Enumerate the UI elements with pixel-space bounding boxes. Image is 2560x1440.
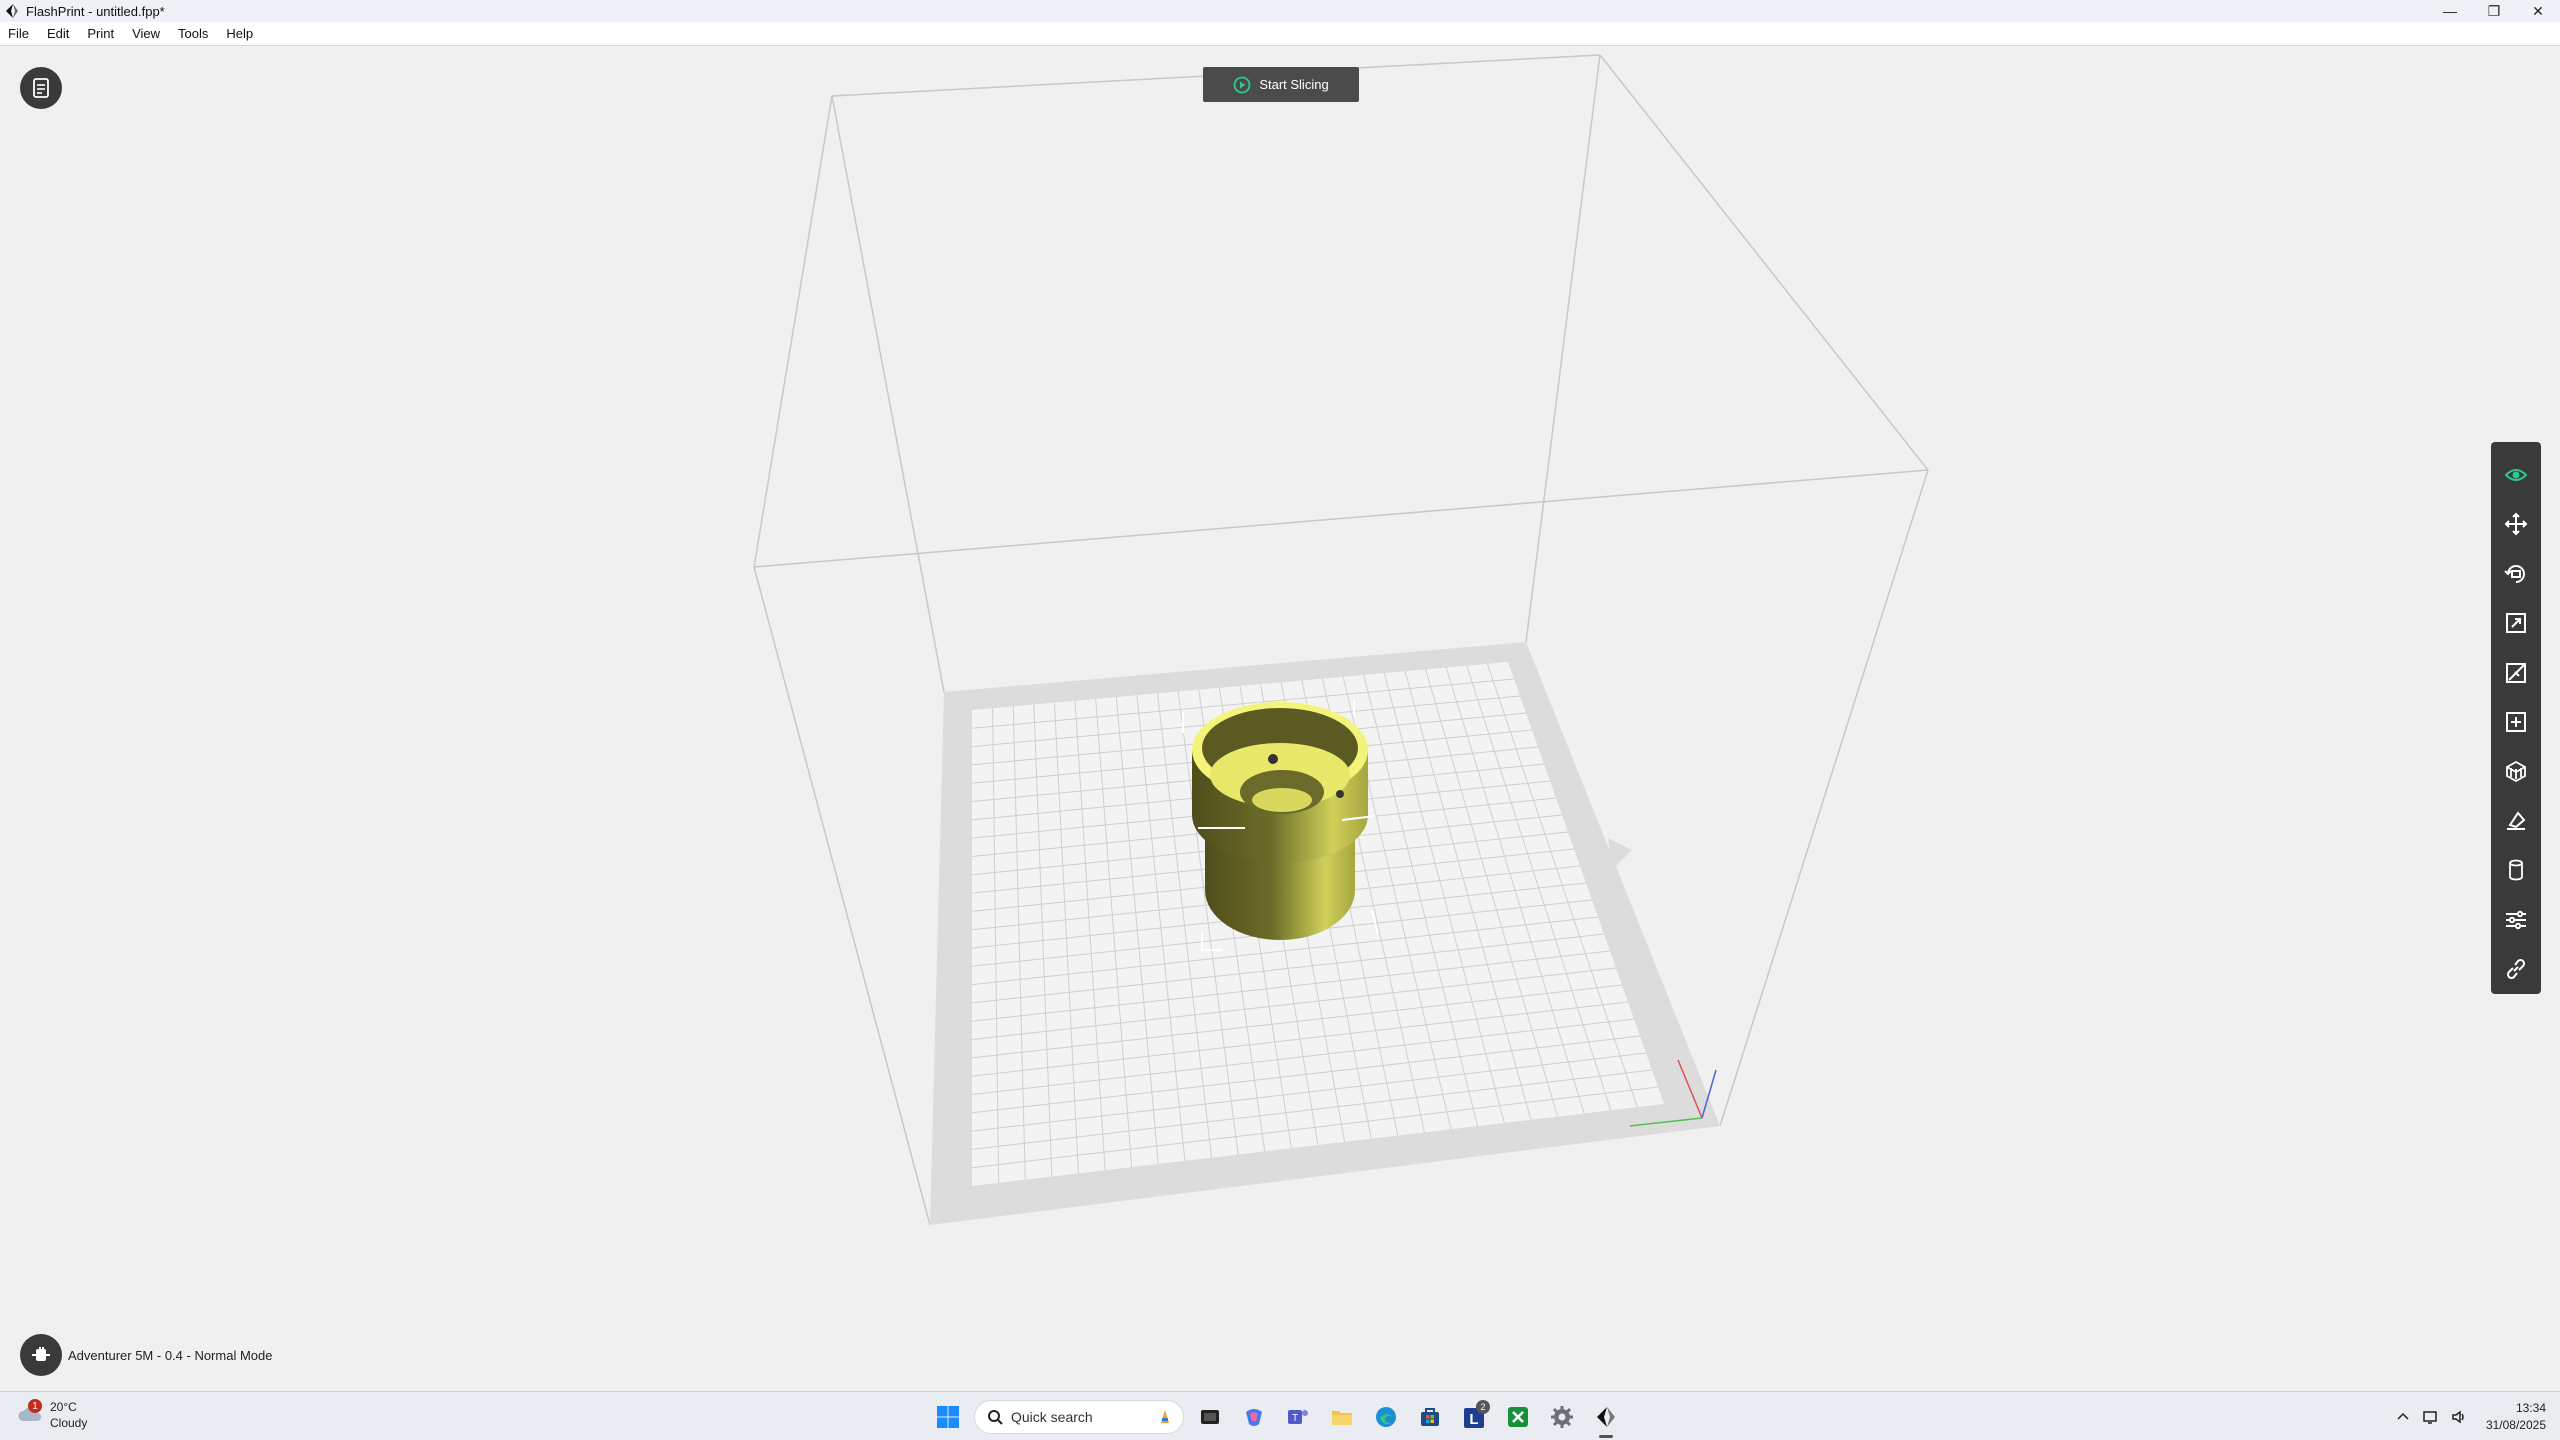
supports-icon (2506, 761, 2526, 783)
tool-lay-flat[interactable] (2491, 796, 2541, 845)
tool-move[interactable] (2491, 499, 2541, 548)
scale-icon (2506, 613, 2526, 634)
restore-button[interactable]: ❐ (2472, 0, 2516, 22)
plate-notch (1608, 838, 1632, 870)
move-icon (2504, 512, 2528, 536)
taskbar-settings[interactable] (1544, 1399, 1580, 1435)
svg-text:L: L (1469, 1411, 1478, 1428)
search-highlight-icon (1161, 1410, 1169, 1423)
cut-icon (2506, 662, 2526, 683)
start-slicing-label: Start Slicing (1259, 77, 1329, 92)
menu-tools[interactable]: Tools (169, 26, 217, 41)
plug-icon (32, 1347, 50, 1361)
add-object-icon (2506, 711, 2526, 732)
search-placeholder: Quick search (1011, 1409, 1093, 1425)
taskbar-file-explorer[interactable] (1324, 1399, 1360, 1435)
weather-widget[interactable]: 1 20°C Cloudy (16, 1399, 87, 1431)
system-tray: 13:34 31/08/2025 (2394, 1398, 2546, 1436)
taskbar-flashprint[interactable] (1588, 1399, 1624, 1438)
cloud-icon: 1 (16, 1399, 44, 1429)
search-icon (988, 1410, 1003, 1425)
task-view-icon (1201, 1410, 1219, 1424)
task-view-button[interactable] (1192, 1399, 1228, 1435)
start-button[interactable] (930, 1399, 966, 1435)
settings-sliders-icon (2506, 910, 2526, 929)
network-icon[interactable] (2422, 1408, 2440, 1426)
start-slicing-button[interactable]: Start Slicing (1203, 67, 1359, 102)
tool-link[interactable] (2491, 945, 2541, 994)
app-notification-count: 2 (1476, 1400, 1490, 1414)
gear-icon (1551, 1406, 1573, 1428)
play-circle-icon (1233, 76, 1251, 93)
clock-date: 31/08/2025 (2485, 1418, 2546, 1432)
store-icon (1421, 1408, 1439, 1426)
menu-bar: File Edit Print View Tools Help (0, 22, 2560, 46)
printer-info: Adventurer 5M - 0.4 - Normal Mode (20, 1334, 272, 1376)
right-toolbar (2491, 442, 2541, 994)
build-volume-scene[interactable] (0, 47, 2560, 1391)
xbox-icon (1508, 1407, 1528, 1427)
document-icon (33, 78, 49, 98)
tool-cut[interactable] (2491, 648, 2541, 697)
chevron-up-icon[interactable] (2394, 1408, 2412, 1426)
taskbar-search[interactable]: Quick search (974, 1400, 1184, 1434)
window-controls: — ❐ ✕ (2428, 0, 2560, 22)
taskbar-l-app[interactable]: L 2 (1456, 1399, 1492, 1435)
cylinder-icon (2509, 859, 2523, 881)
weather-badge: 1 (28, 1399, 42, 1413)
window-title: FlashPrint - untitled.fpp* (26, 3, 165, 19)
taskbar-teams[interactable]: T (1280, 1399, 1316, 1435)
tool-rotate[interactable] (2491, 549, 2541, 598)
view-icon (2504, 468, 2528, 481)
tool-scale[interactable] (2491, 598, 2541, 647)
windows-logo-icon (937, 1406, 959, 1428)
taskbar: 1 20°C Cloudy Quick search T L 2 13:34 3… (0, 1391, 2560, 1440)
printer-label: Adventurer 5M - 0.4 - Normal Mode (68, 1347, 273, 1363)
menu-print[interactable]: Print (78, 26, 123, 41)
rotate-icon (2504, 564, 2525, 583)
project-info-button[interactable] (20, 67, 62, 109)
weather-temp: 20°C (50, 1400, 77, 1414)
edge-icon (1376, 1407, 1396, 1427)
printer-connect-button[interactable] (20, 1334, 62, 1376)
volume-icon[interactable] (2450, 1408, 2468, 1426)
taskbar-copilot[interactable] (1236, 1399, 1272, 1435)
flashprint-icon (1597, 1407, 1615, 1427)
taskbar-apps: Quick search T L 2 (930, 1398, 1624, 1438)
tool-settings[interactable] (2491, 895, 2541, 944)
menu-help[interactable]: Help (217, 26, 262, 41)
teams-icon: T (1288, 1410, 1308, 1424)
menu-edit[interactable]: Edit (38, 26, 78, 41)
tool-cylinder[interactable] (2491, 846, 2541, 895)
link-icon (2506, 959, 2526, 980)
copilot-icon (1246, 1409, 1262, 1426)
menu-view[interactable]: View (123, 26, 169, 41)
3d-viewport[interactable]: Start Slicing Adventurer 5M - 0.4 - Norm… (0, 47, 2560, 1391)
clock-time: 13:34 (2515, 1401, 2546, 1415)
lay-flat-icon (2507, 811, 2526, 830)
taskbar-store[interactable] (1412, 1399, 1448, 1435)
tool-supports[interactable] (2491, 747, 2541, 796)
minimize-button[interactable]: — (2428, 0, 2472, 22)
menu-file[interactable]: File (0, 26, 38, 41)
close-button[interactable]: ✕ (2516, 0, 2560, 22)
folder-icon (1332, 1411, 1352, 1425)
clock[interactable]: 13:34 31/08/2025 (2486, 1400, 2546, 1434)
title-bar: FlashPrint - untitled.fpp* — ❐ ✕ (0, 0, 2560, 22)
flashprint-app-icon (6, 4, 18, 18)
tool-add-object[interactable] (2491, 697, 2541, 746)
svg-text:T: T (1292, 1413, 1298, 1424)
taskbar-xbox[interactable] (1500, 1399, 1536, 1435)
tool-view[interactable] (2491, 450, 2541, 499)
weather-desc: Cloudy (50, 1416, 88, 1430)
taskbar-edge[interactable] (1368, 1399, 1404, 1435)
